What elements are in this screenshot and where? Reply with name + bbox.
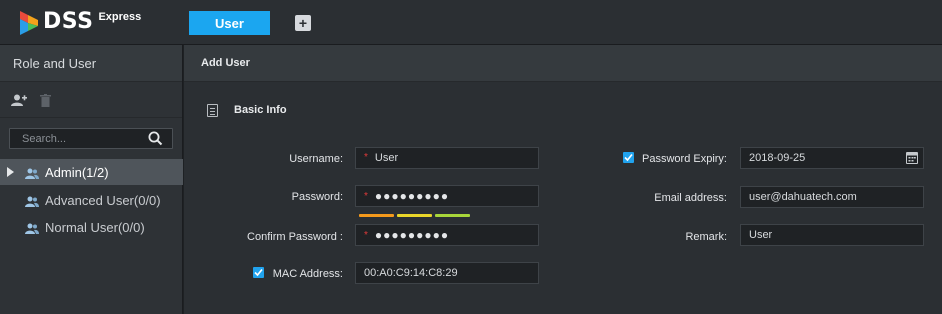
user-group-icon	[25, 167, 39, 179]
top-bar: DSS Express User +	[0, 0, 942, 45]
logo-text: DSS	[43, 9, 94, 34]
search-input[interactable]	[22, 131, 142, 147]
password-expiry-field[interactable]: 2018-09-25	[740, 147, 924, 169]
expand-arrow-icon[interactable]	[7, 167, 14, 177]
user-group-icon	[25, 195, 39, 207]
sidebar-title: Role and User	[0, 45, 182, 82]
password-value: ●●●●●●●●●	[374, 189, 450, 203]
username-field[interactable]: * User	[355, 147, 539, 169]
password-strength-bar-1	[359, 214, 394, 217]
add-tab-button[interactable]: +	[295, 15, 311, 31]
confirm-password-label: Confirm Password :	[247, 231, 343, 243]
confirm-password-value: ●●●●●●●●●	[374, 228, 450, 242]
password-strength-bar-2	[397, 214, 432, 217]
password-field[interactable]: * ●●●●●●●●●	[355, 185, 539, 207]
search-box	[9, 128, 173, 149]
role-label: Normal User(0/0)	[45, 219, 145, 235]
tab-user[interactable]: User	[189, 11, 270, 35]
delete-icon[interactable]	[40, 94, 51, 107]
user-group-icon	[25, 222, 39, 234]
remark-value: User	[749, 229, 773, 241]
sidebar: Role and User Search... Admin(1/2) Advan…	[0, 45, 183, 314]
password-label: Password:	[291, 191, 343, 203]
remark-field[interactable]: User	[740, 224, 924, 246]
mac-address-value: 00:A0:C9:14:C8:29	[364, 267, 458, 279]
mac-address-field[interactable]: 00:A0:C9:14:C8:29	[355, 262, 539, 284]
document-icon	[207, 104, 218, 117]
email-field[interactable]: user@dahuatech.com	[740, 186, 924, 208]
role-label: Admin(1/2)	[45, 164, 109, 180]
username-value: User	[374, 152, 399, 164]
required-marker: *	[364, 152, 368, 163]
dss-logo-icon	[18, 10, 40, 36]
mac-address-label: MAC Address:	[272, 268, 343, 280]
remark-label: Remark:	[685, 231, 727, 243]
username-label: Username:	[289, 153, 343, 165]
add-user-icon[interactable]	[11, 94, 27, 107]
page-title: Add User	[184, 45, 942, 82]
email-value: user@dahuatech.com	[749, 191, 857, 203]
role-label: Advanced User(0/0)	[45, 192, 161, 208]
search-icon[interactable]	[148, 131, 163, 146]
section-title: Basic Info	[234, 104, 287, 116]
password-strength-bar-3	[435, 214, 470, 217]
calendar-icon[interactable]	[906, 152, 918, 164]
main-panel: Add User Basic Info Username: * User Pass…	[184, 45, 942, 314]
confirm-password-field[interactable]: * ●●●●●●●●●	[355, 224, 539, 246]
logo-subtitle: Express	[98, 11, 142, 23]
app-logo: DSS Express	[18, 8, 141, 38]
required-marker: *	[364, 230, 368, 241]
password-expiry-label: Password Expiry:	[642, 153, 727, 165]
role-item-admin[interactable]: Admin(1/2)	[0, 159, 183, 185]
sidebar-toolbar	[0, 82, 182, 118]
required-marker: *	[364, 191, 368, 202]
role-item-advanced-user[interactable]: Advanced User(0/0)	[0, 187, 183, 213]
password-expiry-value: 2018-09-25	[749, 152, 806, 164]
email-label: Email address:	[654, 192, 727, 204]
role-item-normal-user[interactable]: Normal User(0/0)	[0, 214, 183, 240]
